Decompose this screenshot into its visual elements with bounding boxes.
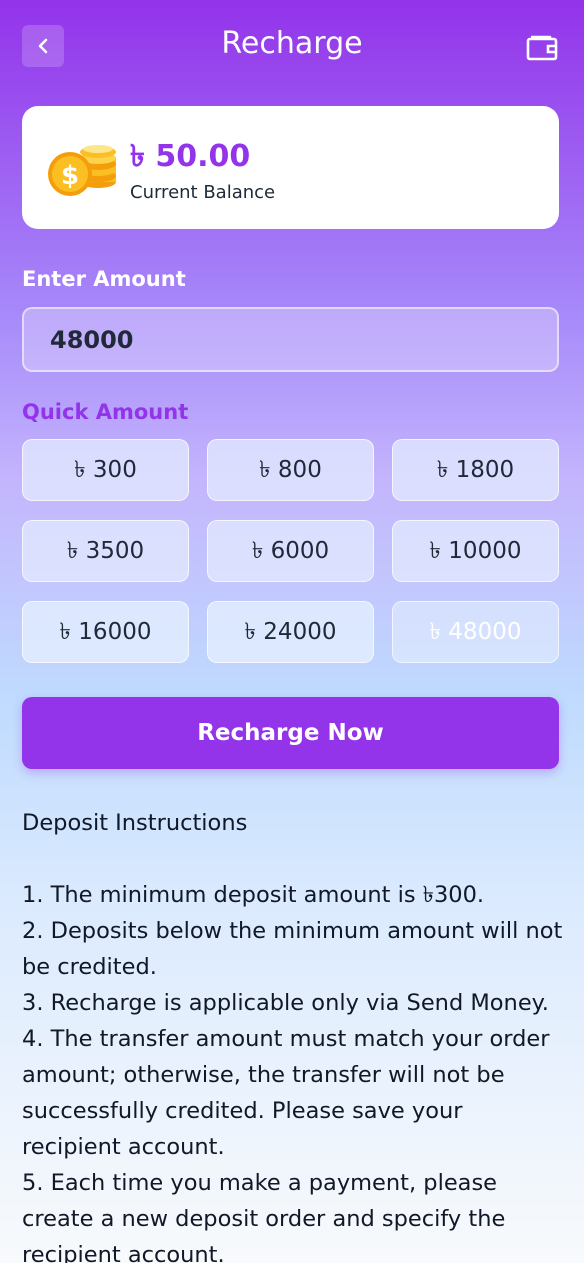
quick-amount-button[interactable]: ৳ 10000 [392,520,559,582]
instruction-item: 1. The minimum deposit amount is ৳300. [22,882,485,908]
balance-card: $ ৳ 50.00 Current Balance [22,106,559,229]
svg-text:$: $ [61,161,79,191]
quick-amount-button[interactable]: ৳ 300 [22,439,189,501]
header: Recharge [0,0,584,92]
quick-amount-label: Quick Amount [22,400,189,424]
page-title: Recharge [221,26,363,61]
instruction-item: 5. Each time you make a payment, please … [22,1170,506,1263]
balance-amount: ৳ 50.00 [130,139,251,174]
balance-label: Current Balance [130,182,276,203]
wallet-button[interactable] [526,31,558,61]
quick-amount-button[interactable]: ৳ 16000 [22,601,189,663]
quick-amount-button[interactable]: ৳ 24000 [207,601,374,663]
instruction-item: 4. The transfer amount must match your o… [22,1026,550,1160]
deposit-instructions: Deposit Instructions 1. The minimum depo… [22,805,567,1263]
instructions-heading: Deposit Instructions [22,810,248,836]
instruction-item: 2. Deposits below the minimum amount wil… [22,918,563,980]
quick-amount-button-selected[interactable]: ৳ 48000 [392,601,559,663]
quick-amount-button[interactable]: ৳ 1800 [392,439,559,501]
quick-amount-grid: ৳ 300 ৳ 800 ৳ 1800 ৳ 3500 ৳ 6000 ৳ 10000… [22,439,559,663]
amount-input[interactable] [22,307,559,372]
instruction-item: 3. Recharge is applicable only via Send … [22,990,549,1016]
coins-icon: $ [48,145,116,196]
quick-amount-button[interactable]: ৳ 6000 [207,520,374,582]
quick-amount-button[interactable]: ৳ 3500 [22,520,189,582]
wallet-icon [526,35,558,61]
enter-amount-label: Enter Amount [22,267,186,291]
recharge-now-button[interactable]: Recharge Now [22,697,559,769]
quick-amount-button[interactable]: ৳ 800 [207,439,374,501]
